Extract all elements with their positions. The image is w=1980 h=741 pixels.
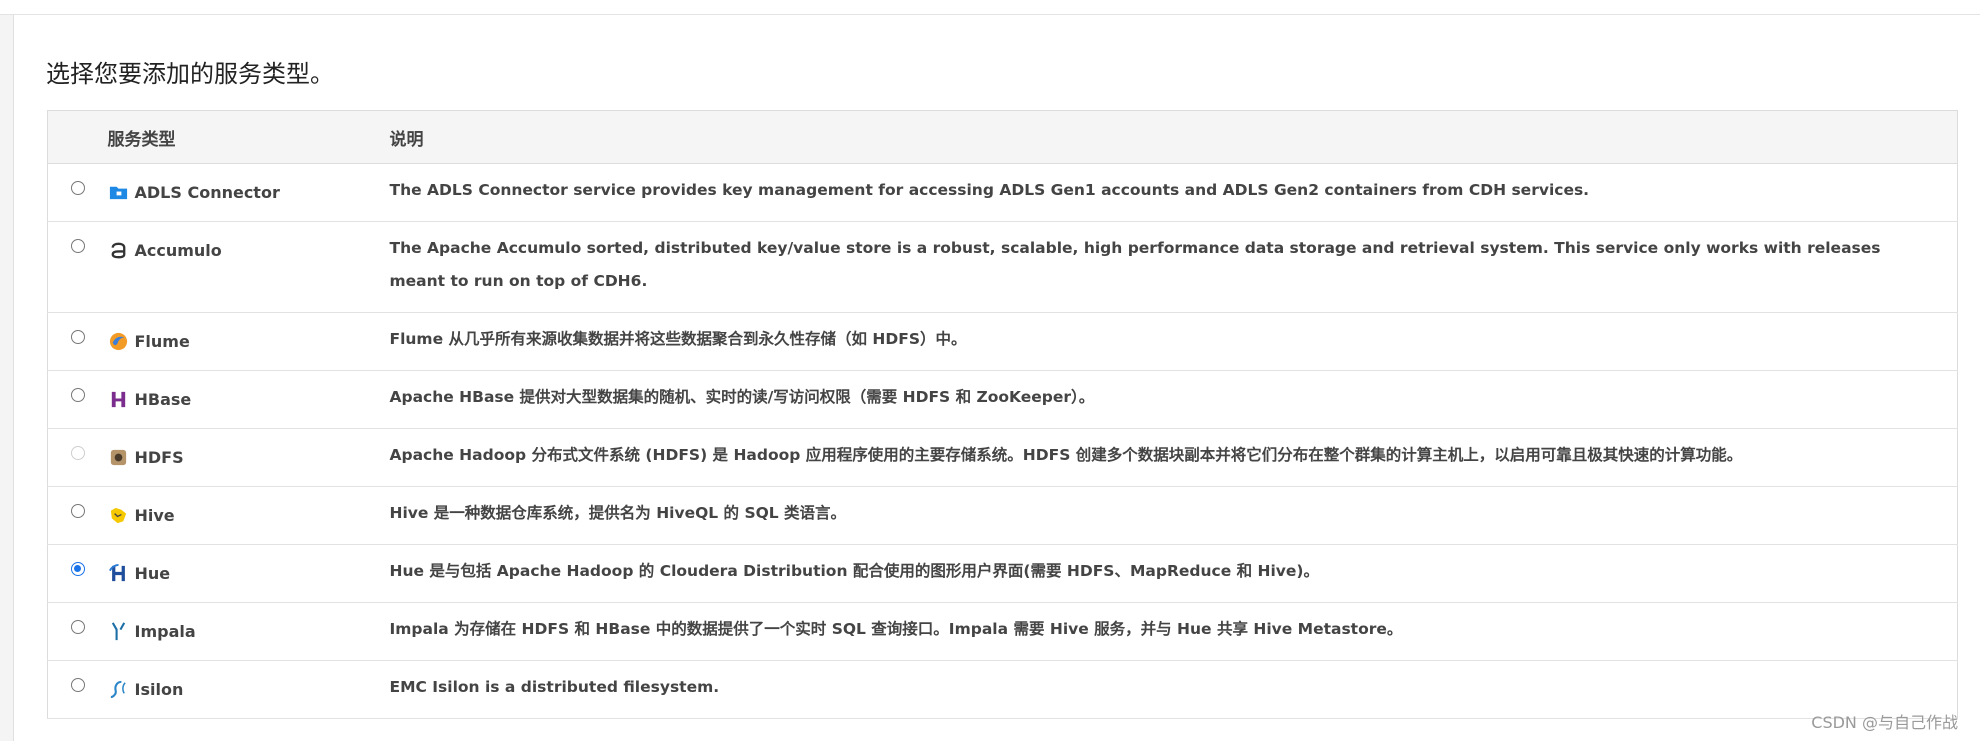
- service-table: 服务类型 说明 ADLS Connector The ADLS Connector…: [47, 110, 1958, 719]
- service-description: EMC Isilon is a distributed filesystem.: [389, 678, 720, 696]
- watermark: CSDN @与自己作战: [1811, 713, 1958, 732]
- service-description-cell: Hive 是一种数据仓库系统，提供名为 HiveQL 的 SQL 类语言。: [389, 486, 1958, 545]
- table-row[interactable]: Hue Hue 是与包括 Apache Hadoop 的 Cloudera Dis…: [47, 544, 1958, 603]
- service-radio: [71, 446, 85, 460]
- table-row[interactable]: Accumulo The Apache Accumulo sorted, dist…: [47, 221, 1958, 313]
- table-row[interactable]: Impala Impala 为存储在 HDFS 和 HBase 中的数据提供了一个…: [47, 602, 1958, 661]
- service-name-cell: Flume: [107, 312, 390, 371]
- isilon-icon: [108, 679, 129, 700]
- service-description-cell: Apache HBase 提供对大型数据集的随机、实时的读/写访问权限（需要 H…: [389, 370, 1958, 429]
- service-name: Accumulo: [134, 241, 222, 260]
- service-description-cell: The Apache Accumulo sorted, distributed …: [389, 221, 1958, 313]
- service-radio[interactable]: [71, 388, 85, 402]
- service-description-cell: Flume 从几乎所有来源收集数据并将这些数据聚合到永久性存储（如 HDFS）中…: [389, 312, 1958, 371]
- page-title: 选择您要添加的服务类型。: [46, 60, 334, 88]
- service-radio[interactable]: [71, 678, 85, 692]
- service-description-cell: Hue 是与包括 Apache Hadoop 的 Cloudera Distri…: [389, 544, 1958, 603]
- radio-cell: [47, 370, 108, 429]
- service-description: Hive 是一种数据仓库系统，提供名为 HiveQL 的 SQL 类语言。: [389, 504, 847, 522]
- service-description: The ADLS Connector service provides key …: [389, 181, 1590, 199]
- service-description-cell: Impala 为存储在 HDFS 和 HBase 中的数据提供了一个实时 SQL…: [389, 602, 1958, 661]
- service-name: Hive: [134, 506, 175, 525]
- service-name: HDFS: [134, 448, 184, 467]
- radio-cell: [47, 602, 108, 661]
- folder-icon: [108, 182, 129, 203]
- table-row[interactable]: HDFS Apache Hadoop 分布式文件系统 (HDFS) 是 Hadoo…: [47, 428, 1958, 487]
- service-radio[interactable]: [71, 181, 85, 195]
- hue-icon: [108, 563, 129, 584]
- service-name-cell: Isilon: [107, 660, 390, 719]
- hdfs-icon: [108, 447, 129, 468]
- table-row[interactable]: ADLS Connector The ADLS Connector service…: [47, 163, 1958, 222]
- left-rail: [0, 15, 14, 741]
- table-row[interactable]: Flume Flume 从几乎所有来源收集数据并将这些数据聚合到永久性存储（如 H…: [47, 312, 1958, 371]
- service-name: Hue: [134, 564, 171, 583]
- flume-icon: [108, 331, 129, 352]
- accumulo-icon: [108, 240, 129, 261]
- service-name-cell: Impala: [107, 602, 390, 661]
- hbase-icon: [108, 389, 129, 410]
- top-bar: [0, 0, 1980, 15]
- header-radio: [47, 110, 108, 164]
- service-radio[interactable]: [71, 239, 85, 253]
- service-description: Hue 是与包括 Apache Hadoop 的 Cloudera Distri…: [389, 562, 1320, 580]
- service-description: Apache HBase 提供对大型数据集的随机、实时的读/写访问权限（需要 H…: [389, 388, 1095, 406]
- header-service-type: 服务类型: [107, 110, 390, 164]
- service-name: ADLS Connector: [134, 183, 280, 202]
- service-name-cell: HBase: [107, 370, 390, 429]
- radio-cell: [47, 660, 108, 719]
- service-name-cell: Accumulo: [107, 221, 390, 313]
- header-description: 说明: [389, 110, 1958, 164]
- table-header-row: 服务类型 说明: [47, 110, 1958, 164]
- service-radio[interactable]: [71, 562, 85, 576]
- service-name-cell: HDFS: [107, 428, 390, 487]
- service-description-cell: Apache Hadoop 分布式文件系统 (HDFS) 是 Hadoop 应用…: [389, 428, 1958, 487]
- table-row[interactable]: HBase Apache HBase 提供对大型数据集的随机、实时的读/写访问权限…: [47, 370, 1958, 429]
- service-description-cell: EMC Isilon is a distributed filesystem.: [389, 660, 1958, 719]
- service-name: Flume: [134, 332, 190, 351]
- service-name-cell: Hue: [107, 544, 390, 603]
- impala-icon: [108, 621, 129, 642]
- service-description: Impala 为存储在 HDFS 和 HBase 中的数据提供了一个实时 SQL…: [389, 620, 1403, 638]
- service-name-cell: Hive: [107, 486, 390, 545]
- service-radio[interactable]: [71, 620, 85, 634]
- radio-cell: [47, 428, 108, 487]
- service-description-cell: The ADLS Connector service provides key …: [389, 163, 1958, 222]
- service-name: HBase: [134, 390, 192, 409]
- radio-cell: [47, 163, 108, 222]
- service-description: The Apache Accumulo sorted, distributed …: [389, 239, 1881, 290]
- table-row[interactable]: Isilon EMC Isilon is a distributed filesy…: [47, 660, 1958, 719]
- radio-cell: [47, 312, 108, 371]
- service-description: Flume 从几乎所有来源收集数据并将这些数据聚合到永久性存储（如 HDFS）中…: [389, 330, 967, 348]
- service-name: Isilon: [134, 680, 184, 699]
- radio-cell: [47, 221, 108, 313]
- hive-icon: [108, 505, 129, 526]
- radio-cell: [47, 544, 108, 603]
- service-name: Impala: [134, 622, 196, 641]
- radio-cell: [47, 486, 108, 545]
- service-radio[interactable]: [71, 504, 85, 518]
- table-row[interactable]: Hive Hive 是一种数据仓库系统，提供名为 HiveQL 的 SQL 类语言…: [47, 486, 1958, 545]
- service-radio[interactable]: [71, 330, 85, 344]
- service-name-cell: ADLS Connector: [107, 163, 390, 222]
- service-description: Apache Hadoop 分布式文件系统 (HDFS) 是 Hadoop 应用…: [389, 446, 1743, 464]
